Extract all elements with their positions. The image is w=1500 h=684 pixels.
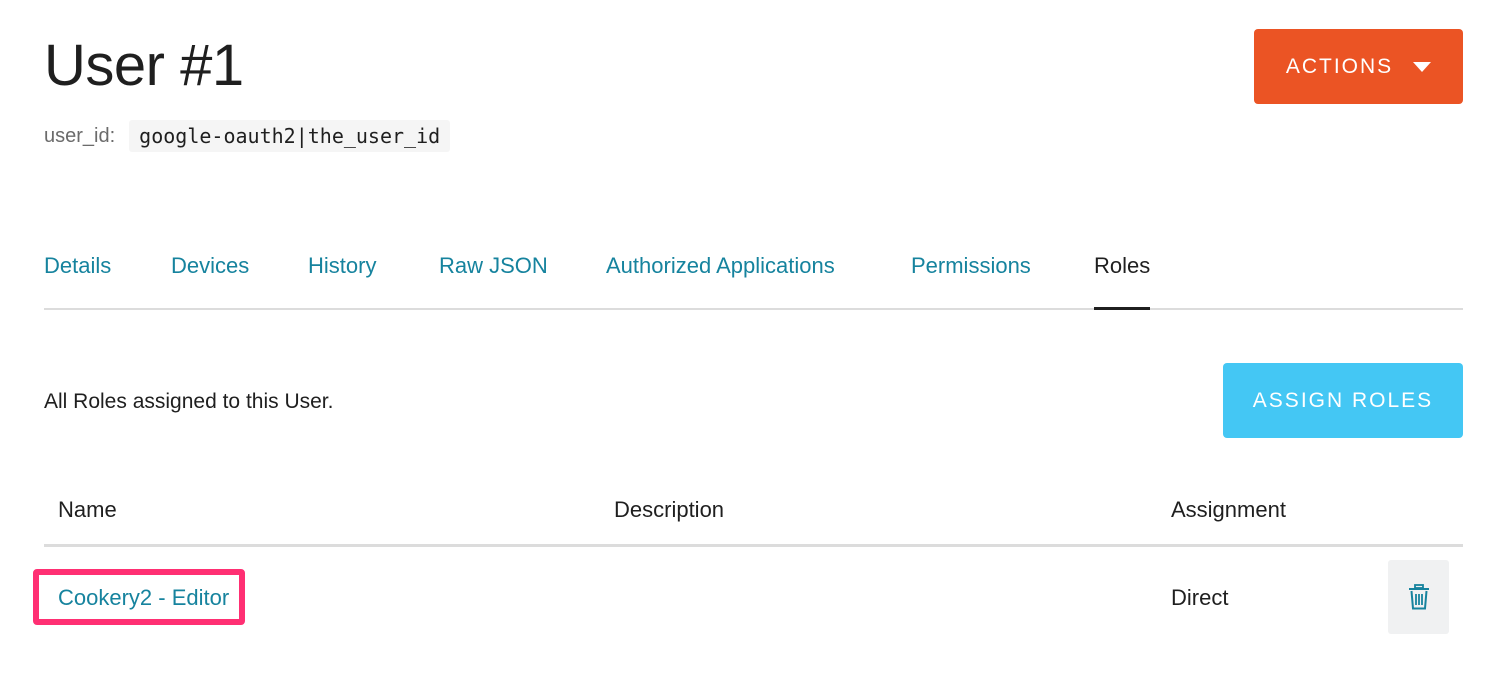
tab-authorized-applications[interactable]: Authorized Applications [606, 244, 835, 308]
user-id-row: user_id: google-oauth2|the_user_id [44, 120, 451, 152]
roles-intro-text: All Roles assigned to this User. [44, 390, 334, 413]
role-assignment: Direct [1171, 585, 1229, 610]
tab-history[interactable]: History [308, 244, 376, 308]
column-header-description[interactable]: Description [614, 494, 724, 526]
column-header-name[interactable]: Name [58, 494, 117, 526]
delete-role-button[interactable] [1388, 560, 1449, 634]
user-id-value: google-oauth2|the_user_id [129, 120, 451, 152]
actions-button[interactable]: ACTIONS [1254, 29, 1463, 104]
page-title: User #1 [44, 33, 244, 98]
tab-raw-json[interactable]: Raw JSON [439, 244, 548, 308]
role-name-link[interactable]: Cookery2 - Editor [58, 582, 229, 614]
user-id-label: user_id: [44, 124, 116, 147]
table-row: Cookery2 - Editor Direct [33, 547, 1463, 647]
assign-roles-button[interactable]: ASSIGN ROLES [1223, 363, 1463, 438]
actions-button-label: ACTIONS [1285, 54, 1394, 78]
trash-icon [1408, 584, 1429, 610]
caret-down-icon [1413, 61, 1432, 72]
tab-permissions[interactable]: Permissions [911, 244, 1031, 308]
tab-devices[interactable]: Devices [171, 244, 249, 308]
tab-bar: Details Devices History Raw JSON Authori… [44, 244, 1463, 310]
tab-details[interactable]: Details [44, 244, 111, 308]
column-header-assignment[interactable]: Assignment [1171, 494, 1286, 526]
tab-roles[interactable]: Roles [1094, 244, 1151, 310]
roles-table-header: Name Description Assignment [44, 480, 1463, 547]
